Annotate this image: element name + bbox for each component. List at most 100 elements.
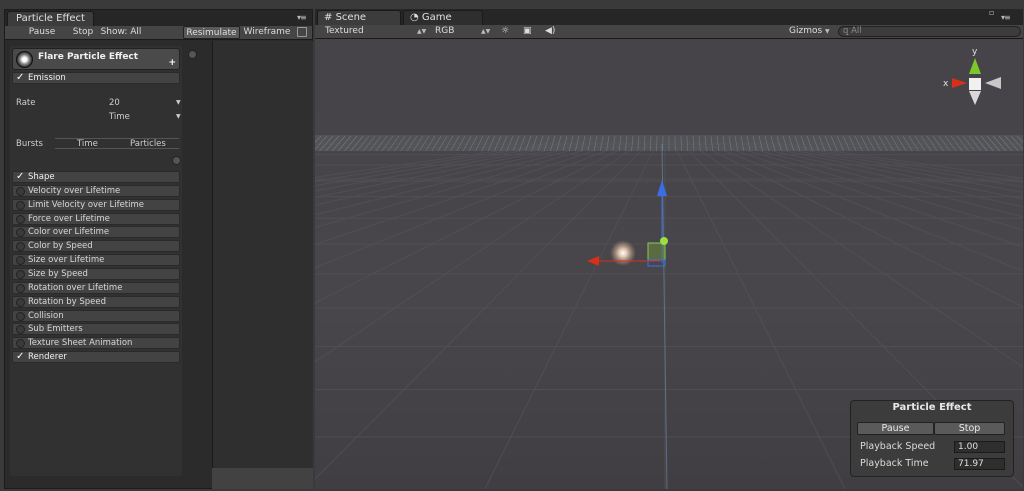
module-toggle-icon[interactable]: [16, 228, 25, 238]
add-burst-icon[interactable]: [172, 156, 181, 165]
orientation-gizmo[interactable]: [952, 58, 1001, 105]
preview-footer: [212, 468, 313, 489]
pause-button[interactable]: Pause: [27, 26, 57, 39]
module-toggle-icon[interactable]: [16, 269, 25, 279]
module-toggle-icon[interactable]: [16, 297, 25, 307]
module-row[interactable]: Color over Lifetime: [12, 226, 180, 239]
module-row[interactable]: Rotation by Speed: [12, 295, 180, 308]
module-row[interactable]: Color by Speed: [12, 240, 180, 253]
burst-col-time: Time: [77, 139, 98, 149]
tab-scene[interactable]: # Scene: [317, 10, 401, 25]
rate-mode-dropdown[interactable]: Time: [109, 112, 130, 122]
overlay-title: Particle Effect: [892, 402, 972, 413]
search-icon: ꝗ: [843, 26, 849, 36]
axis-label-y: y: [972, 47, 978, 57]
particle-glow[interactable]: [610, 240, 636, 266]
module-label: Texture Sheet Animation: [28, 338, 133, 349]
module-list: Flare Particle Effect + ✓ Emission Rate …: [10, 46, 182, 476]
module-row[interactable]: Size over Lifetime: [12, 254, 180, 267]
tab-menu-icon[interactable]: ▾≡: [297, 13, 307, 22]
module-toggle-icon[interactable]: [16, 186, 25, 196]
show-all-dropdown[interactable]: Show: All: [99, 26, 143, 39]
playback-speed-field[interactable]: 1.00: [954, 441, 1005, 453]
render-mode-dropdown[interactable]: Textured: [325, 25, 385, 38]
module-row[interactable]: ✓ Shape: [12, 171, 180, 183]
module-label: Limit Velocity over Lifetime: [28, 199, 144, 210]
module-toggle-icon[interactable]: [16, 339, 25, 349]
module-row[interactable]: Sub Emitters: [12, 323, 180, 336]
wireframe-toggle[interactable]: Wireframe: [243, 26, 291, 39]
rate-mode-arrow-icon[interactable]: ▼: [176, 113, 181, 120]
particle-effect-panel: Particle Effect ▾≡ Pause Stop Show: All …: [4, 9, 313, 489]
rate-label: Rate: [16, 98, 36, 108]
module-toggle-icon[interactable]: [16, 283, 25, 293]
playback-time-label: Playback Time: [860, 458, 929, 469]
module-toggle-icon[interactable]: [16, 311, 25, 321]
scene-toolbar: Textured ▲▼ RGB ▲▼ ☼ ▣ ◀) Gizmos ▼ ꝗ All: [315, 25, 1023, 39]
module-row[interactable]: Rotation over Lifetime: [12, 281, 180, 294]
x-handle-arrow[interactable]: [587, 256, 599, 266]
lighting-icon[interactable]: ☼: [501, 25, 509, 38]
scene-menu-icon[interactable]: ▾≡: [1001, 13, 1011, 22]
module-toggle-icon[interactable]: [16, 242, 25, 252]
module-toggle-icon[interactable]: [16, 214, 25, 224]
module-label: Collision: [28, 310, 64, 321]
module-label: Rotation over Lifetime: [28, 282, 123, 293]
game-pacman-icon: ◔: [410, 12, 419, 23]
module-label: Color by Speed: [28, 241, 93, 252]
module-row[interactable]: Texture Sheet Animation: [12, 337, 180, 350]
module-label: Emission: [28, 73, 66, 83]
check-icon[interactable]: ✓: [16, 171, 24, 182]
module-label: Color over Lifetime: [28, 227, 110, 238]
system-name: Flare Particle Effect: [38, 52, 139, 62]
module-label: Size by Speed: [28, 268, 88, 279]
tab-game-label: Game: [421, 12, 452, 23]
check-icon[interactable]: ✓: [16, 351, 24, 362]
center-handle[interactable]: [660, 237, 668, 245]
rate-curve-dropdown-icon[interactable]: ▼: [176, 99, 181, 106]
gizmos-arrow-icon[interactable]: ▼: [825, 25, 830, 38]
module-row[interactable]: Force over Lifetime: [12, 212, 180, 225]
check-icon[interactable]: ✓: [16, 72, 24, 83]
module-emission[interactable]: ✓ Emission: [12, 72, 180, 84]
module-row[interactable]: ✓ Renderer: [12, 351, 180, 364]
overlay-pause-button[interactable]: Pause: [857, 422, 934, 435]
module-toggle-icon[interactable]: [16, 200, 25, 210]
module-row[interactable]: Velocity over Lifetime: [12, 184, 180, 197]
color-mode-arrow-icon[interactable]: ▲▼: [481, 25, 490, 38]
curve-preview-area[interactable]: [212, 41, 313, 468]
module-toggle-icon[interactable]: [16, 256, 25, 266]
module-label: Sub Emitters: [28, 324, 83, 335]
bursts-table-header: Time Particles: [55, 138, 179, 149]
audio-icon[interactable]: ◀): [545, 25, 555, 38]
gizmos-dropdown[interactable]: Gizmos: [789, 25, 822, 38]
module-label: Size over Lifetime: [28, 255, 105, 266]
stop-button[interactable]: Stop: [71, 26, 95, 39]
particle-tabbar: Particle Effect ▾≡: [5, 10, 312, 26]
playback-time-field[interactable]: 71.97: [954, 458, 1005, 470]
module-toggle-icon[interactable]: [16, 325, 25, 335]
tab-game[interactable]: ◔ Game: [403, 10, 483, 25]
axis-label-x: x: [943, 79, 949, 89]
module-row[interactable]: Collision: [12, 309, 180, 322]
render-mode-arrow-icon[interactable]: ▲▼: [417, 25, 426, 38]
module-label: Rotation by Speed: [28, 296, 107, 307]
particle-system-icon: [16, 51, 33, 68]
resimulate-toggle[interactable]: Resimulate: [183, 26, 240, 39]
overlay-stop-button[interactable]: Stop: [934, 422, 1005, 435]
tab-particle-effect[interactable]: Particle Effect: [7, 11, 94, 26]
plane-handle[interactable]: [647, 242, 666, 261]
system-header[interactable]: Flare Particle Effect +: [12, 48, 180, 70]
module-row[interactable]: Size by Speed: [12, 267, 180, 280]
color-mode-dropdown[interactable]: RGB: [435, 25, 475, 38]
particle-effect-overlay: Particle Effect Pause Stop Playback Spee…: [850, 400, 1014, 477]
add-system-icon[interactable]: [188, 50, 197, 59]
rate-value-field[interactable]: 20: [109, 98, 120, 108]
image-effects-icon[interactable]: ▣: [523, 25, 532, 38]
scene-tabbar: # Scene ◔ Game ▫ ▾≡: [315, 8, 1023, 25]
add-module-icon[interactable]: +: [168, 58, 176, 68]
module-row[interactable]: Limit Velocity over Lifetime: [12, 198, 180, 211]
scene-search-input[interactable]: ꝗ All: [838, 26, 1021, 37]
maximize-icon[interactable]: ▫: [989, 8, 995, 17]
layout-toggle-icon[interactable]: [297, 27, 307, 37]
